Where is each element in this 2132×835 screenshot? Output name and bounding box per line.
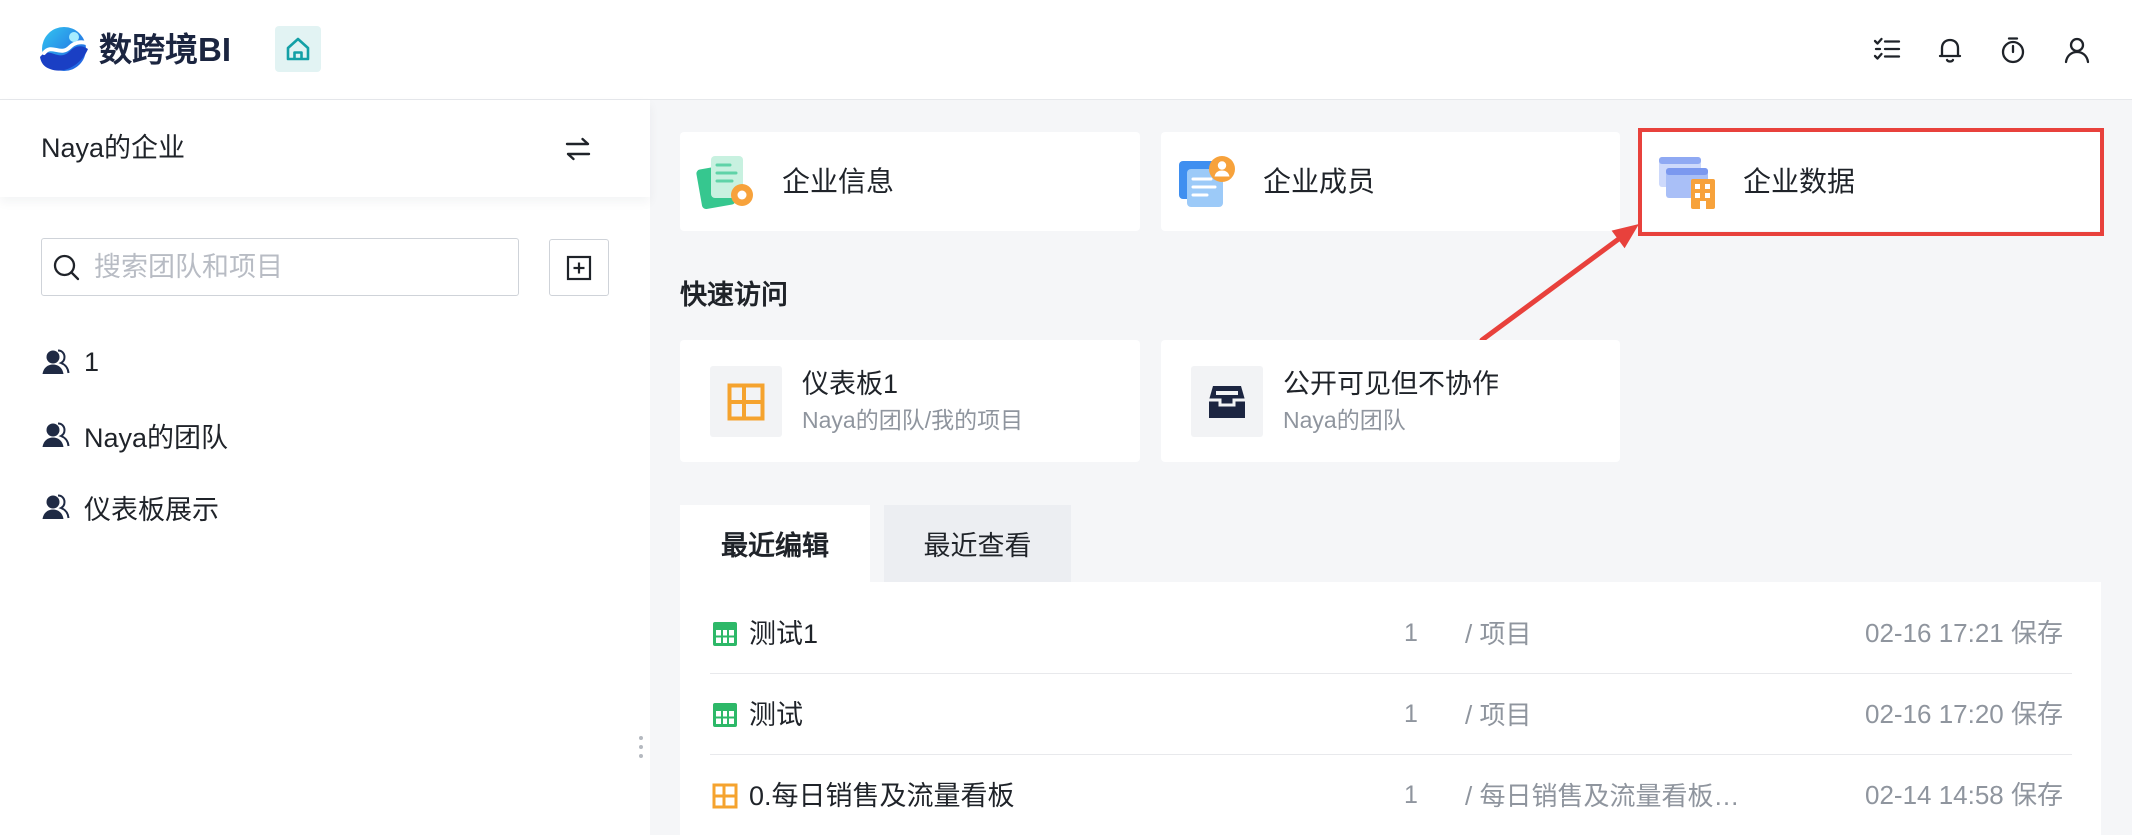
recent-item-name: 测试1 [749,619,819,649]
drag-dot [639,736,643,740]
top-header: 数跨境BI [0,0,2132,100]
sidebar-resize-handle[interactable] [637,736,645,762]
recent-item-time: 02-16 17:21 保存 [1864,618,2063,648]
add-team-button[interactable] [549,239,609,296]
sidebar-team-naya[interactable]: Naya的团队 [38,407,598,463]
brand-logo-icon [40,27,88,71]
home-button[interactable] [275,26,321,72]
recent-row[interactable]: 测试1 1 / 项目 02-16 17:21 保存 [710,594,2072,674]
recent-item-name: 0.每日销售及流量看板 [749,781,1015,811]
quick-access-item-dashboard1[interactable]: 仪表板1 Naya的团队/我的项目 [680,340,1140,462]
task-list-icon [1873,37,1901,60]
tab-recent-viewed[interactable]: 最近查看 [884,505,1071,582]
sidebar-team-label: 仪表板展示 [84,494,219,525]
org-name: Naya的企业 [41,133,186,163]
annotation-arrow [1479,224,1639,343]
user-icon [2064,37,2090,64]
home-icon [286,37,310,61]
quick-access-item-subtitle: Naya的团队/我的项目 [802,407,1024,433]
recent-item-time: 02-14 14:58 保存 [1864,780,2063,810]
enterprise-info-card[interactable]: 企业信息 [680,132,1140,231]
dashboard-icon [727,383,765,420]
quick-access-icon-box [1191,366,1263,437]
team-icon [42,422,70,447]
quick-access-title: 快速访问 [680,280,788,310]
recent-item-time: 02-16 17:20 保存 [1864,699,2063,729]
highlight-box [1638,128,2104,236]
table-icon [713,703,737,727]
recent-item-path: / 项目 [1465,700,1532,730]
user-menu-button[interactable] [2060,33,2094,67]
quick-access-item-title: 仪表板1 [802,369,899,399]
team-icon [42,349,70,374]
sidebar [0,100,650,835]
enterprise-info-label: 企业信息 [782,166,895,197]
enterprise-members-icon [1179,156,1235,207]
team-icon [42,494,70,519]
enterprise-info-icon [696,156,753,210]
brand-name: 数跨境BI [99,31,231,68]
search-icon [53,254,80,281]
task-list-button[interactable] [1870,33,1904,67]
quick-access-item-public-view[interactable]: 公开可见但不协作 Naya的团队 [1161,340,1620,462]
add-square-icon [566,255,592,280]
stopwatch-icon [2001,37,2025,64]
table-icon [713,622,737,646]
recent-item-path: / 每日销售及流量看板… [1465,781,1740,811]
drag-dot [639,745,643,749]
sidebar-team-label: Naya的团队 [84,422,229,453]
org-switcher: Naya的企业 [0,100,650,197]
search-field[interactable] [41,238,519,296]
tab-recent-edited[interactable]: 最近编辑 [680,505,870,582]
sidebar-team-1[interactable]: 1 [38,334,598,390]
quick-access-item-subtitle: Naya的团队 [1283,407,1406,433]
recent-row[interactable]: 测试 1 / 项目 02-16 17:20 保存 [710,675,2072,755]
switch-arrows-icon[interactable] [563,134,593,164]
quick-access-item-title: 公开可见但不协作 [1283,369,1499,399]
sidebar-team-label: 1 [84,346,100,377]
inbox-icon [1209,385,1245,418]
recent-item-count: 1 [1404,781,1418,809]
enterprise-members-label: 企业成员 [1263,166,1376,197]
sidebar-team-dashboard-showcase[interactable]: 仪表板展示 [38,479,598,535]
dashboard-icon [712,783,738,809]
timer-button[interactable] [1996,33,2030,67]
bell-icon [1938,38,1962,63]
search-input[interactable] [94,239,509,295]
quick-access-icon-box [710,366,782,437]
recent-item-count: 1 [1404,700,1418,728]
drag-dot [639,754,643,758]
recent-row[interactable]: 0.每日销售及流量看板 1 / 每日销售及流量看板… 02-14 14:58 保… [710,756,2072,835]
notifications-button[interactable] [1933,33,1967,67]
recent-item-count: 1 [1404,619,1418,647]
recent-item-name: 测试 [749,700,803,730]
recent-item-path: / 项目 [1465,619,1532,649]
